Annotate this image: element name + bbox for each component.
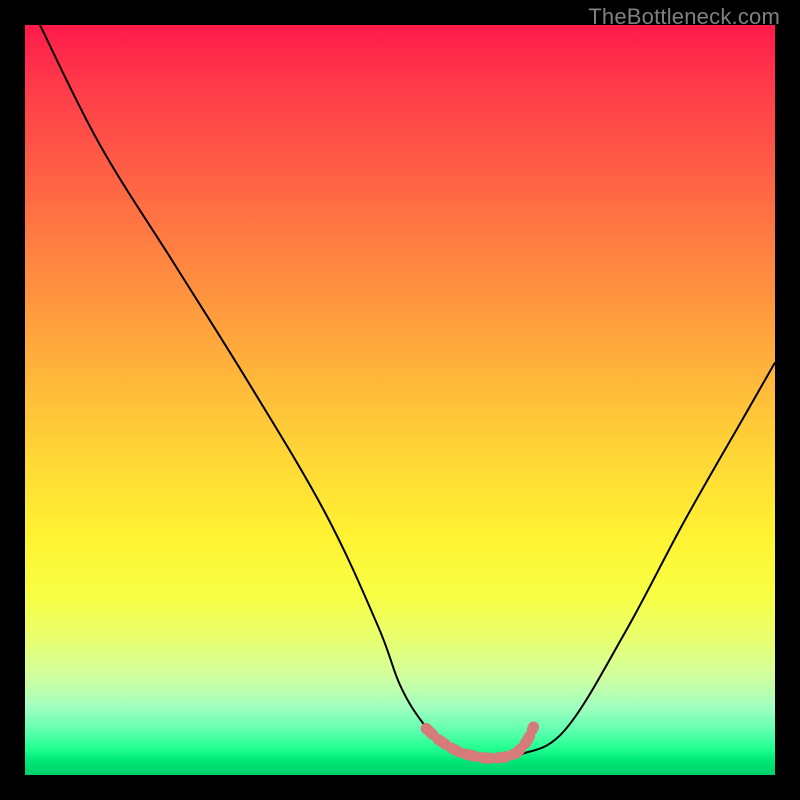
- chart-container: TheBottleneck.com: [0, 0, 800, 800]
- watermark-text: TheBottleneck.com: [588, 4, 780, 30]
- highlight-band: [426, 727, 533, 759]
- curve-layer: [25, 25, 775, 775]
- highlight-dot: [528, 722, 539, 733]
- highlight-dot: [421, 723, 432, 734]
- bottleneck-curve: [40, 25, 775, 760]
- plot-area: [25, 25, 775, 775]
